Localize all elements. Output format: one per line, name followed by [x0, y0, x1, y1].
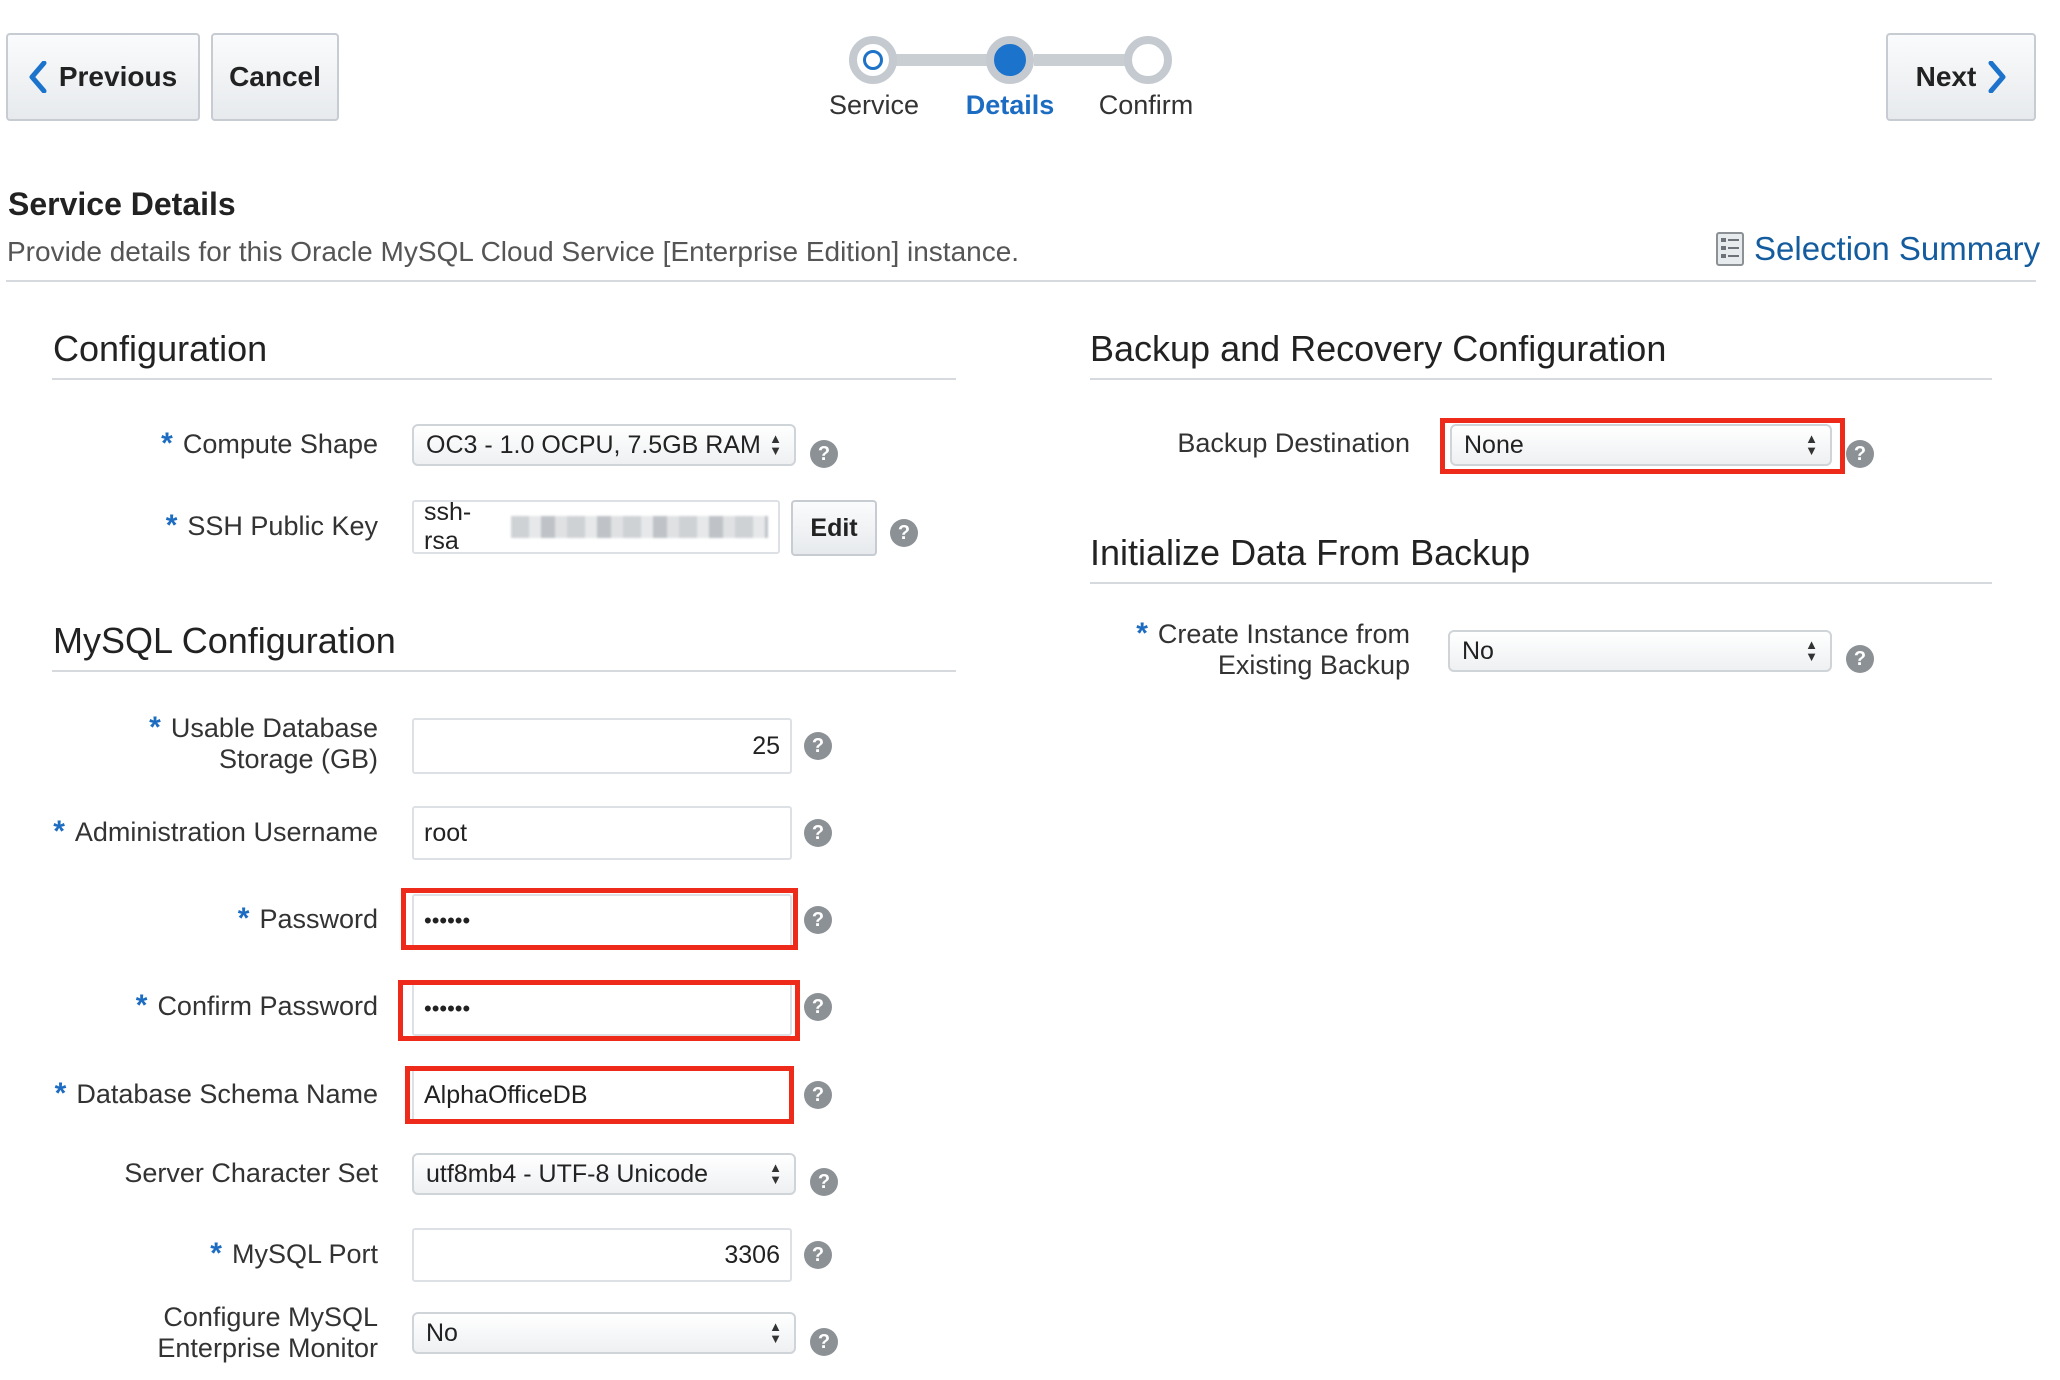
configuration-section-title: Configuration	[53, 328, 268, 369]
password-label: * Password	[237, 902, 378, 935]
help-icon[interactable]: ?	[810, 440, 838, 468]
edit-ssh-key-button[interactable]: Edit	[791, 500, 877, 556]
cancel-button-label: Cancel	[229, 61, 321, 92]
password-highlight	[401, 888, 798, 950]
help-icon[interactable]: ?	[804, 819, 832, 847]
required-indicator: *	[210, 1237, 222, 1270]
train-stop-confirm	[1124, 36, 1172, 84]
help-icon[interactable]: ?	[804, 1241, 832, 1269]
compute-shape-select[interactable]: OC3 - 1.0 OCPU, 7.5GB RAM ▲ ▼	[412, 424, 796, 466]
character-set-select[interactable]: utf8mb4 - UTF-8 Unicode ▲ ▼	[412, 1153, 796, 1195]
help-icon[interactable]: ?	[810, 1168, 838, 1196]
admin-username-input[interactable]: root	[412, 806, 792, 860]
required-indicator: *	[54, 1077, 67, 1110]
character-set-label: Server Character Set	[124, 1158, 378, 1188]
initialize-backup-divider	[1090, 582, 1992, 584]
summary-list-icon	[1716, 232, 1744, 266]
mysql-configuration-section-title: MySQL Configuration	[53, 620, 396, 661]
next-button-label: Next	[1915, 61, 1977, 92]
help-icon[interactable]: ?	[804, 993, 832, 1021]
train-label-confirm: Confirm	[1098, 90, 1194, 120]
backup-destination-highlight	[1440, 418, 1845, 474]
confirm-password-highlight	[398, 980, 800, 1041]
help-icon[interactable]: ?	[804, 732, 832, 760]
create-from-backup-label: * Create Instance from Existing Backup	[1136, 617, 1410, 680]
page-description: Provide details for this Oracle MySQL Cl…	[7, 236, 1020, 267]
mysql-port-input[interactable]: 3306	[412, 1228, 792, 1282]
required-indicator: *	[149, 711, 161, 744]
required-indicator: *	[165, 509, 178, 542]
confirm-password-label: * Confirm Password	[135, 989, 378, 1022]
selection-summary-link[interactable]: Selection Summary	[1716, 230, 2040, 268]
usable-storage-input[interactable]: 25	[412, 718, 792, 774]
select-arrows-icon: ▲ ▼	[769, 431, 782, 458]
page-title: Service Details	[8, 186, 236, 222]
required-indicator: *	[53, 815, 65, 848]
redacted-key-value	[511, 516, 768, 538]
required-indicator: *	[1136, 617, 1148, 650]
backup-recovery-divider	[1090, 378, 1992, 380]
initialize-backup-section-title: Initialize Data From Backup	[1090, 532, 1531, 573]
compute-shape-label: * Compute Shape	[161, 427, 378, 460]
ssh-public-key-field[interactable]: ssh-rsa	[412, 498, 780, 555]
usable-storage-label: * Usable Database Storage (GB)	[149, 711, 378, 774]
cancel-button[interactable]: Cancel	[211, 33, 339, 121]
ssh-public-key-label: * SSH Public Key	[165, 509, 378, 542]
help-icon[interactable]: ?	[810, 1328, 838, 1356]
selection-summary-label[interactable]: Selection Summary	[1754, 230, 2040, 268]
required-indicator: *	[161, 427, 173, 460]
backup-recovery-section-title: Backup and Recovery Configuration	[1090, 328, 1667, 369]
previous-button[interactable]: Previous	[6, 33, 200, 121]
create-from-backup-select[interactable]: No ▲ ▼	[1448, 630, 1832, 672]
chevron-right-icon	[1988, 61, 2006, 93]
header-divider	[6, 280, 2036, 282]
select-arrows-icon: ▲ ▼	[769, 1160, 782, 1187]
help-icon[interactable]: ?	[1846, 645, 1874, 673]
help-icon[interactable]: ?	[804, 1081, 832, 1109]
configuration-divider	[52, 378, 956, 380]
enterprise-monitor-label: Configure MySQL Enterprise Monitor	[157, 1302, 378, 1363]
mysql-port-label: * MySQL Port	[210, 1237, 378, 1270]
train-stop-details	[986, 36, 1034, 84]
help-icon[interactable]: ?	[1846, 440, 1874, 468]
previous-button-label: Previous	[58, 61, 178, 92]
help-icon[interactable]: ?	[890, 519, 918, 547]
select-arrows-icon: ▲ ▼	[1805, 637, 1818, 664]
enterprise-monitor-select[interactable]: No ▲ ▼	[412, 1312, 796, 1354]
next-button[interactable]: Next	[1886, 33, 2036, 121]
help-icon[interactable]: ?	[804, 906, 832, 934]
mysql-configuration-divider	[52, 670, 956, 672]
schema-name-label: * Database Schema Name	[54, 1077, 378, 1110]
required-indicator: *	[237, 902, 250, 935]
admin-username-label: * Administration Username	[53, 815, 378, 848]
select-arrows-icon: ▲ ▼	[769, 1319, 782, 1346]
chevron-left-icon	[29, 61, 47, 93]
schema-name-highlight	[405, 1066, 794, 1124]
backup-destination-label: Backup Destination	[1177, 428, 1410, 458]
required-indicator: *	[135, 989, 148, 1022]
train-stop-service[interactable]	[849, 36, 897, 84]
